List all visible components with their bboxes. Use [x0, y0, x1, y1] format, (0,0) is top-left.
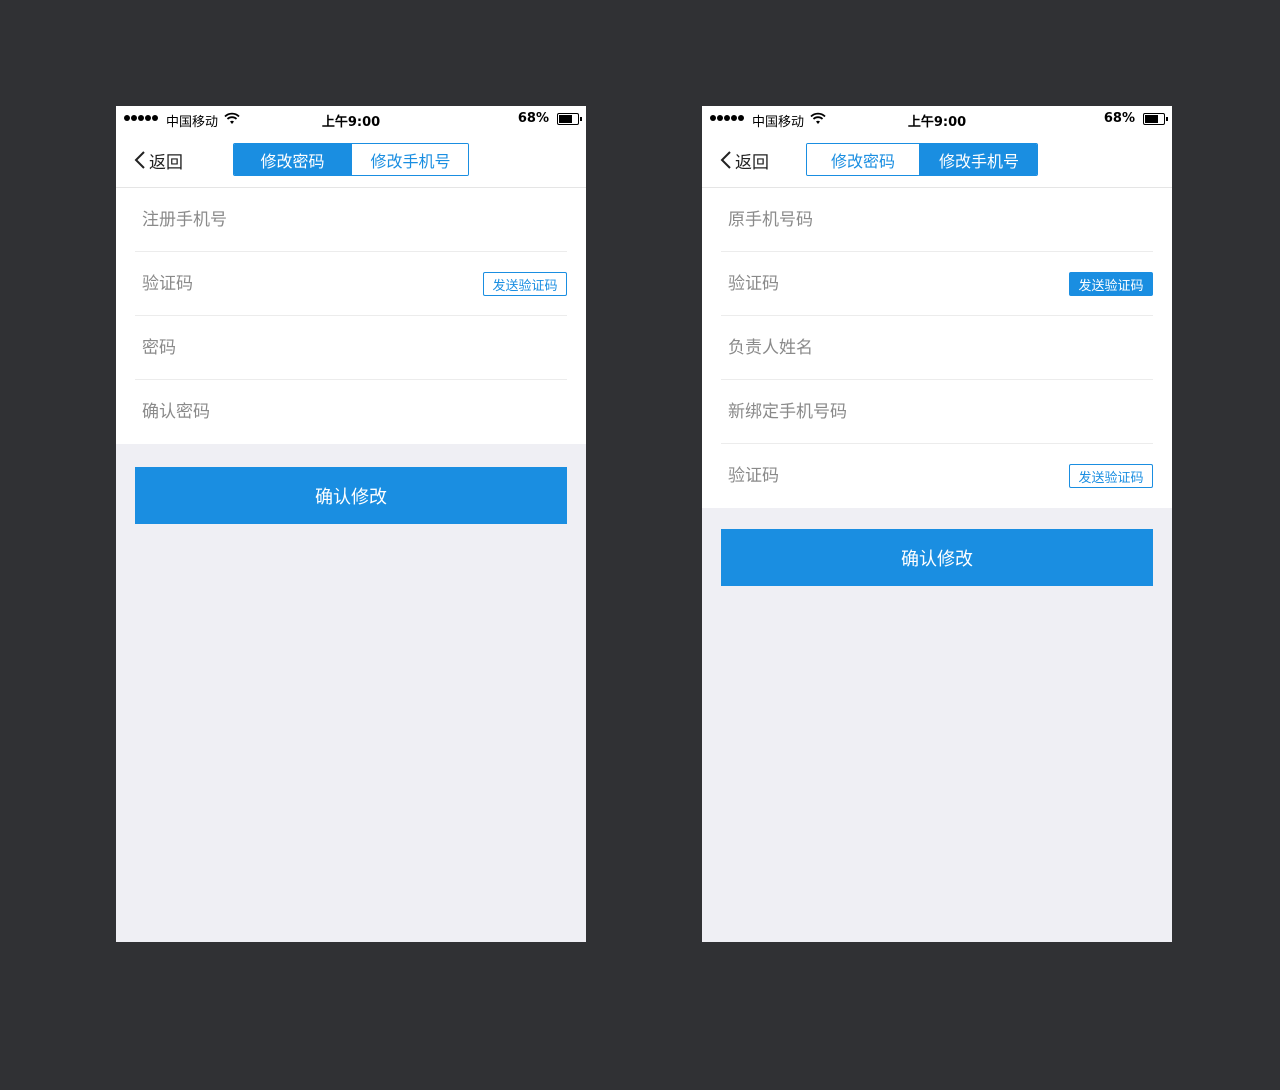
segmented-control: 修改密码 修改手机号: [233, 143, 469, 176]
battery-icon: [1143, 113, 1168, 125]
change-password-screen: 中国移动 上午9:00 68% 返回 修改密码 修改手机号 发送验证码: [116, 106, 586, 942]
back-button[interactable]: 返回: [134, 148, 183, 173]
chevron-left-icon: [134, 151, 145, 169]
status-time: 上午9:00: [907, 115, 967, 130]
send-code-button[interactable]: 发送验证码: [1069, 272, 1153, 296]
tab-change-password[interactable]: 修改密码: [234, 144, 352, 175]
password-input[interactable]: [142, 316, 462, 379]
form-row: [135, 380, 567, 444]
battery-percent: 68%: [1103, 111, 1135, 126]
form-row: [721, 316, 1153, 380]
password-form: 发送验证码: [116, 188, 586, 444]
new-phone-input[interactable]: [728, 380, 1048, 443]
old-phone-input[interactable]: [728, 188, 1048, 251]
verification-code-input[interactable]: [728, 252, 1048, 315]
form-row: 发送验证码: [721, 444, 1153, 508]
form-row: [721, 188, 1153, 252]
verification-code-input[interactable]: [142, 252, 462, 315]
phone-form: 发送验证码 发送验证码: [702, 188, 1172, 508]
new-verification-code-input[interactable]: [728, 444, 1048, 507]
status-bar: 中国移动 上午9:00 68%: [116, 106, 586, 132]
confirm-change-button[interactable]: 确认修改: [721, 529, 1153, 586]
chevron-left-icon: [720, 151, 731, 169]
nav-bar: 返回 修改密码 修改手机号: [116, 132, 586, 188]
form-row: [135, 188, 567, 252]
change-phone-screen: 中国移动 上午9:00 68% 返回 修改密码 修改手机号 发送验证码: [702, 106, 1172, 942]
send-code-button[interactable]: 发送验证码: [1069, 464, 1153, 488]
battery-icon: [557, 113, 582, 125]
status-time: 上午9:00: [321, 115, 381, 130]
registered-phone-input[interactable]: [142, 188, 462, 251]
nav-bar: 返回 修改密码 修改手机号: [702, 132, 1172, 188]
send-code-button[interactable]: 发送验证码: [483, 272, 567, 296]
tab-change-password[interactable]: 修改密码: [807, 144, 920, 175]
confirm-change-button[interactable]: 确认修改: [135, 467, 567, 524]
form-row: 发送验证码: [721, 252, 1153, 316]
back-label: 返回: [149, 152, 183, 173]
form-row: [721, 380, 1153, 444]
battery-percent: 68%: [517, 111, 549, 126]
form-row: [135, 316, 567, 380]
tab-change-phone[interactable]: 修改手机号: [920, 144, 1037, 175]
segmented-control: 修改密码 修改手机号: [806, 143, 1038, 176]
tab-change-phone[interactable]: 修改手机号: [352, 144, 468, 175]
back-button[interactable]: 返回: [720, 148, 769, 173]
confirm-password-input[interactable]: [142, 380, 462, 443]
back-label: 返回: [735, 152, 769, 173]
form-row: 发送验证码: [135, 252, 567, 316]
owner-name-input[interactable]: [728, 316, 1048, 379]
status-bar: 中国移动 上午9:00 68%: [702, 106, 1172, 132]
